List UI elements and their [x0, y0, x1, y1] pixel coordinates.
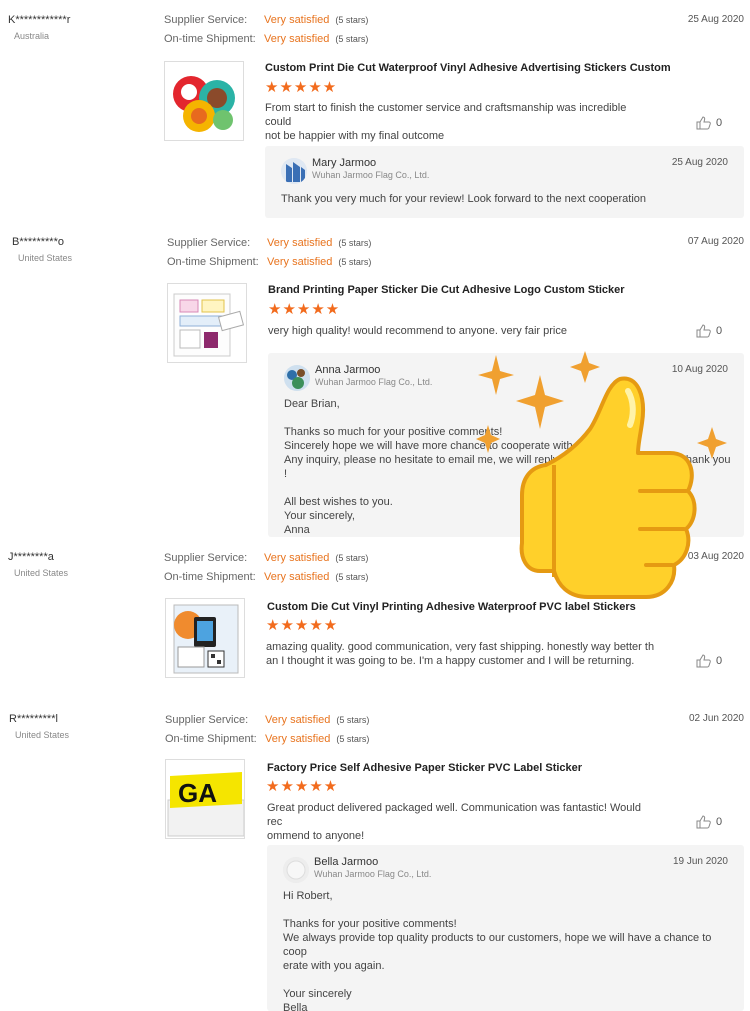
reply-author-name: Anna Jarmoo [315, 364, 381, 376]
product-thumbnail[interactable] [164, 61, 244, 141]
supplier-reply: Bella Jarmoo Wuhan Jarmoo Flag Co., Ltd.… [267, 845, 744, 1011]
reply-date: 19 Jun 2020 [672, 856, 728, 867]
product-thumbnail[interactable] [165, 598, 245, 678]
buyer-country: United States [18, 253, 73, 263]
reply-author-name: Mary Jarmoo [312, 157, 377, 169]
product-rating-stars: ★★★★★ [268, 301, 341, 318]
buyer-name: K************r [8, 14, 71, 26]
supplier-reply: Mary Jarmoo Wuhan Jarmoo Flag Co., Ltd. … [265, 146, 744, 218]
like-button[interactable]: 0 [696, 324, 726, 338]
buyer-name: R*********l [9, 713, 58, 725]
ontime-shipment-rating: On-time Shipment: Very satisfied (5 stars) [167, 256, 372, 268]
buyer-name: B*********o [12, 236, 64, 248]
supplier-service-rating: Supplier Service: Very satisfied (5 stars) [165, 714, 370, 726]
review-text: very high quality! would recommend to an… [268, 325, 567, 337]
like-button[interactable]: 0 [696, 116, 726, 130]
thumbs-up-icon [696, 324, 711, 338]
reply-author-name: Bella Jarmoo [314, 856, 379, 868]
thumbs-up-icon [696, 815, 711, 829]
reply-company: Wuhan Jarmoo Flag Co., Ltd. [314, 869, 432, 879]
avatar [281, 158, 307, 184]
product-title-link[interactable]: Factory Price Self Adhesive Paper Sticke… [267, 762, 582, 774]
like-count: 0 [716, 654, 723, 667]
avatar [283, 857, 309, 883]
buyer-name: J********a [8, 551, 54, 563]
product-thumbnail[interactable] [167, 283, 247, 363]
supplier-service-rating: Supplier Service: Very satisfied (5 stars) [167, 237, 372, 249]
reply-text: Dear Brian, Thanks so much for your posi… [284, 398, 731, 536]
circle-stickers-image [173, 76, 235, 132]
product-title-link[interactable]: Custom Die Cut Vinyl Printing Adhesive W… [267, 601, 636, 613]
paper-stickers-image [173, 293, 245, 357]
like-count: 0 [716, 324, 723, 337]
like-button[interactable]: 0 [696, 815, 726, 829]
supplier-reply: Anna Jarmoo Wuhan Jarmoo Flag Co., Ltd. … [268, 353, 744, 537]
ontime-shipment-rating: On-time Shipment: Very satisfied (5 stars) [164, 571, 369, 583]
buyer-country: United States [14, 568, 69, 578]
supplier-service-rating: Supplier Service: Very satisfied (5 stars) [164, 552, 369, 564]
reply-date: 25 Aug 2020 [671, 157, 728, 168]
pvc-label-image [173, 604, 239, 674]
yellow-label-image: GA [167, 772, 244, 837]
review-date: 02 Jun 2020 [688, 713, 744, 724]
ontime-shipment-rating: On-time Shipment: Very satisfied (5 stars) [165, 733, 370, 745]
product-rating-stars: ★★★★★ [266, 617, 339, 634]
ontime-shipment-rating: On-time Shipment: Very satisfied (5 stars) [164, 33, 369, 45]
supplier-service-rating: Supplier Service: Very satisfied (5 stars) [164, 14, 369, 26]
product-rating-stars: ★★★★★ [265, 79, 338, 96]
review-text: Great product delivered packaged well. C… [267, 802, 641, 842]
reply-company: Wuhan Jarmoo Flag Co., Ltd. [315, 377, 433, 387]
thumbs-up-icon [696, 116, 711, 130]
reply-date: 10 Aug 2020 [671, 364, 728, 375]
product-thumbnail[interactable]: GA [165, 759, 245, 839]
review-text: From start to finish the customer servic… [265, 102, 627, 142]
like-count: 0 [716, 815, 723, 828]
like-button[interactable]: 0 [696, 654, 726, 668]
reply-text: Thank you very much for your review! Loo… [281, 193, 647, 205]
review-text: amazing quality. good communication, ver… [266, 641, 655, 667]
product-title-link[interactable]: Custom Print Die Cut Waterproof Vinyl Ad… [265, 62, 671, 74]
review-date: 25 Aug 2020 [687, 14, 744, 25]
buyer-country: Australia [14, 31, 50, 41]
reply-company: Wuhan Jarmoo Flag Co., Ltd. [312, 170, 430, 180]
product-title-link[interactable]: Brand Printing Paper Sticker Die Cut Adh… [268, 284, 625, 296]
review-date: 03 Aug 2020 [687, 551, 744, 562]
reply-text: Hi Robert, Thanks for your positive comm… [283, 890, 712, 1011]
like-count: 0 [716, 116, 723, 129]
buyer-country: United States [15, 730, 70, 740]
avatar [284, 365, 310, 391]
thumbs-up-icon [696, 654, 711, 668]
product-rating-stars: ★★★★★ [266, 778, 339, 795]
review-date: 07 Aug 2020 [687, 236, 744, 247]
svg-text:GA: GA [178, 778, 217, 808]
